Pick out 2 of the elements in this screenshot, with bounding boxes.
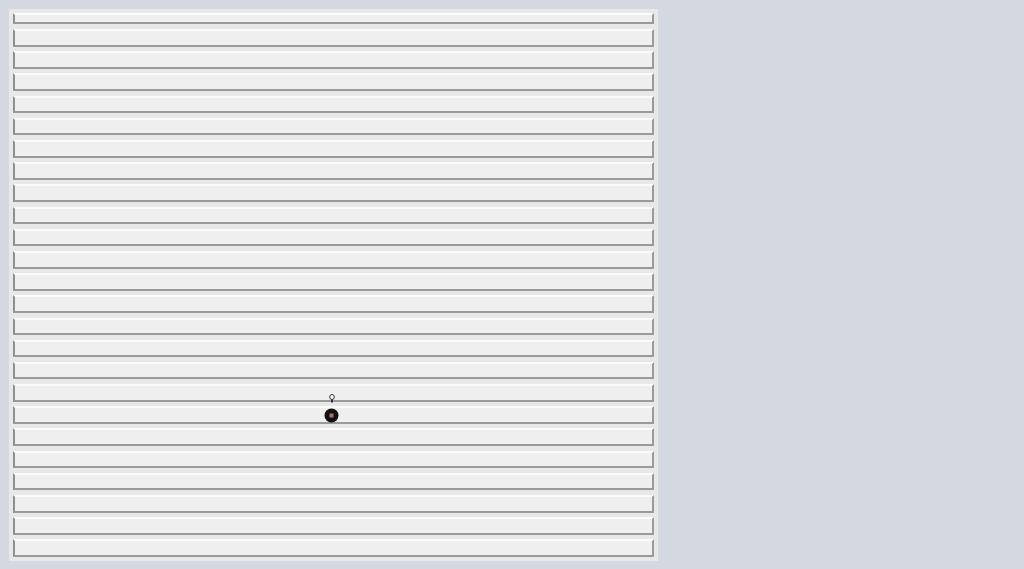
pin-icon (329, 394, 335, 403)
record-icon (324, 408, 339, 423)
